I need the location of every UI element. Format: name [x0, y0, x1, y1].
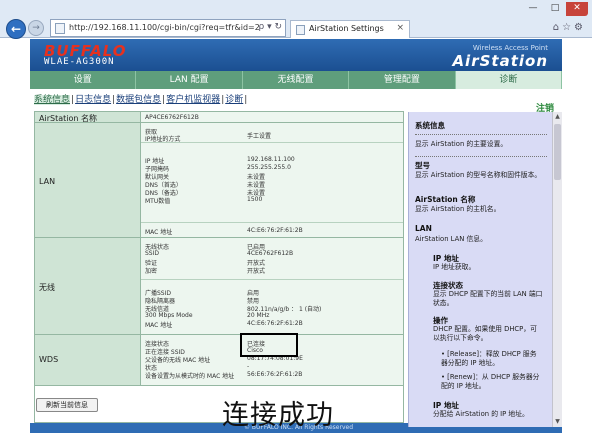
field-key: MTU数值 — [145, 198, 171, 205]
row-label-cell: LAN — [35, 123, 141, 237]
field-key: MAC 地址 — [145, 229, 173, 236]
scroll-up-icon[interactable]: ▲ — [553, 112, 562, 122]
section-divider — [141, 142, 403, 143]
tab-setup[interactable]: 设置 — [30, 71, 137, 89]
brand-header: BUFFALO WLAE-AG300N Wireless Access Poin… — [30, 39, 562, 71]
field-value: 56:E6:76:2F:61:2B — [247, 371, 303, 378]
browser-toolbar: — □ ✕ ← → http://192.168.11.100/cgi-bin/… — [0, 0, 592, 39]
field-value: 手工设置 — [247, 133, 272, 140]
field-value: 4CE6762F612B — [247, 250, 294, 257]
refresh-info-button[interactable]: 刷新当前信息 — [36, 398, 98, 412]
help-title: 系统信息 — [415, 121, 445, 130]
help-text: 分配给 AirStation 的 IP 地址。 — [433, 410, 529, 418]
product-tagline: Wireless Access Point — [472, 44, 548, 52]
subtab-client-monitor[interactable]: 客户机监视器 — [166, 95, 220, 105]
back-icon[interactable]: ← — [6, 19, 26, 39]
row-label: LAN — [39, 177, 56, 186]
field-key: MAC 地址 — [145, 322, 173, 329]
field-value: 4C:E6:76:2F:61:2B — [247, 320, 303, 327]
tab-title: AirStation Settings — [309, 24, 384, 33]
row-value-cell: 无线状态 已启用 SSID 4CE6762F612B 验证 开放式 加密 开放式… — [141, 238, 403, 334]
model-name: WLAE-AG300N — [44, 57, 115, 67]
help-text: 显示 DHCP 配置下的当前 LAN 端口状态。 — [433, 290, 543, 307]
sub-nav-separator: | — [112, 95, 116, 105]
field-value: 192.168.11.100 — [247, 156, 295, 163]
sub-nav: 系统信息|日志信息|数据包信息|客户机监视器|诊断| — [34, 92, 248, 105]
sub-nav-separator: | — [244, 95, 248, 105]
home-star-gear-icon[interactable]: ⌂☆⚙ — [553, 22, 586, 33]
minimize-button[interactable]: — — [522, 2, 544, 16]
row-label-cell: 无线 — [35, 238, 141, 334]
subtab-log-info[interactable]: 日志信息 — [75, 95, 111, 105]
section-divider — [141, 279, 403, 280]
caption-connected: 连接成功 — [222, 400, 334, 431]
search-refresh-icon[interactable]: ρ ▾ ↻ — [259, 22, 283, 32]
subtab-packet-info[interactable]: 数据包信息 — [116, 95, 161, 105]
help-text: • [Renew]：从 DHCP 服务器分配的 IP 地址。 — [441, 373, 540, 390]
help-text: AirStation LAN 信息。 — [415, 235, 487, 243]
field-value: 1500 — [247, 196, 263, 203]
help-scrollbar[interactable]: ▲ ▼ — [552, 112, 562, 427]
page-icon — [55, 23, 65, 34]
help-text: 显示 AirStation 的主机名。 — [415, 205, 501, 213]
airstation-logo: AirStation — [452, 52, 548, 70]
help-text: DHCP 配置。如果使用 DHCP，可以执行以下命令。 — [433, 325, 537, 342]
close-window-button[interactable]: ✕ — [566, 2, 588, 16]
tab-diagnostic[interactable]: 诊断 — [455, 71, 563, 89]
forward-icon[interactable]: → — [28, 20, 44, 36]
tab-admin-config[interactable]: 管理配置 — [349, 71, 456, 89]
browser-tab[interactable]: AirStation Settings × — [290, 20, 410, 38]
tab-page-icon — [296, 25, 305, 35]
scroll-thumb[interactable] — [554, 124, 561, 180]
row-label: 无线 — [39, 283, 55, 292]
table-row: AirStation 名称 AP4CE6762F612B — [35, 112, 403, 123]
window-controls: — □ ✕ — [522, 2, 588, 16]
scroll-down-icon[interactable]: ▼ — [553, 417, 562, 427]
field-key: SSID — [145, 250, 160, 257]
help-text: • [Release]：释放 DHCP 服务器分配的 IP 地址。 — [441, 350, 537, 367]
sub-nav-separator: | — [71, 95, 75, 105]
sub-nav-separator: | — [162, 95, 166, 105]
field-key: 加密 — [145, 268, 158, 275]
field-value: 255.255.255.0 — [247, 164, 291, 171]
main-nav: 设置 LAN 配置 无线配置 管理配置 诊断 — [30, 71, 563, 89]
tab-lan-config[interactable]: LAN 配置 — [136, 71, 243, 89]
help-text: 显示 AirStation 的主要设置。 — [415, 140, 508, 148]
table-row: WDS 连接状态 已连接 正在连接 SSID Cisco 父设备的无线 MAC … — [35, 335, 403, 386]
sub-nav-separator: | — [221, 95, 225, 105]
table-row: LAN 获取 手工设置 IP地址的方式 IP 地址 192.168.11.100… — [35, 123, 403, 238]
system-info-table: AirStation 名称 AP4CE6762F612B LAN 获取 手工设置… — [34, 111, 404, 423]
row-value-cell: 获取 手工设置 IP地址的方式 IP 地址 192.168.11.100 子网掩… — [141, 123, 403, 237]
help-divider — [415, 134, 547, 135]
help-text: IP 地址获取。 — [433, 263, 476, 271]
section-divider — [141, 222, 403, 223]
table-row: 无线 无线状态 已启用 SSID 4CE6762F612B 验证 开放式 加密 … — [35, 238, 403, 335]
field-value: 开放式 — [247, 268, 266, 275]
tab-close-icon[interactable]: × — [396, 23, 404, 33]
row-value-cell: AP4CE6762F612B — [141, 112, 403, 122]
field-key: 设备设置为从模式时的 MAC 地址 — [145, 373, 235, 380]
help-divider — [415, 156, 547, 157]
url-text[interactable]: http://192.168.11.100/cgi-bin/cgi?req=tf… — [69, 23, 259, 32]
subtab-diagnostics[interactable]: 诊断 — [225, 95, 243, 105]
row-label: WDS — [39, 355, 59, 364]
field-key: 300 Mbps Mode — [145, 312, 193, 319]
help-title: LAN — [415, 224, 432, 233]
row-value: AP4CE6762F612B — [145, 114, 199, 121]
restore-button[interactable]: □ — [544, 2, 566, 16]
row-label-cell: WDS — [35, 335, 141, 385]
help-title: AirStation 名称 — [415, 195, 476, 204]
address-bar[interactable]: http://192.168.11.100/cgi-bin/cgi?req=tf… — [50, 19, 286, 37]
row-label-cell: AirStation 名称 — [35, 112, 141, 123]
help-text: 显示 AirStation 的型号名称和固件版本。 — [415, 171, 542, 179]
subtab-system-info[interactable]: 系统信息 — [34, 95, 71, 105]
tab-wireless-config[interactable]: 无线配置 — [243, 71, 350, 89]
help-title: 型号 — [415, 161, 430, 170]
field-value: 4C:E6:76:2F:61:2B — [247, 227, 303, 234]
field-value: 20 MHz — [247, 312, 270, 319]
field-value: - — [247, 363, 250, 370]
help-panel: 系统信息 显示 AirStation 的主要设置。 型号 显示 AirStati… — [408, 112, 552, 427]
highlight-box — [240, 333, 298, 357]
